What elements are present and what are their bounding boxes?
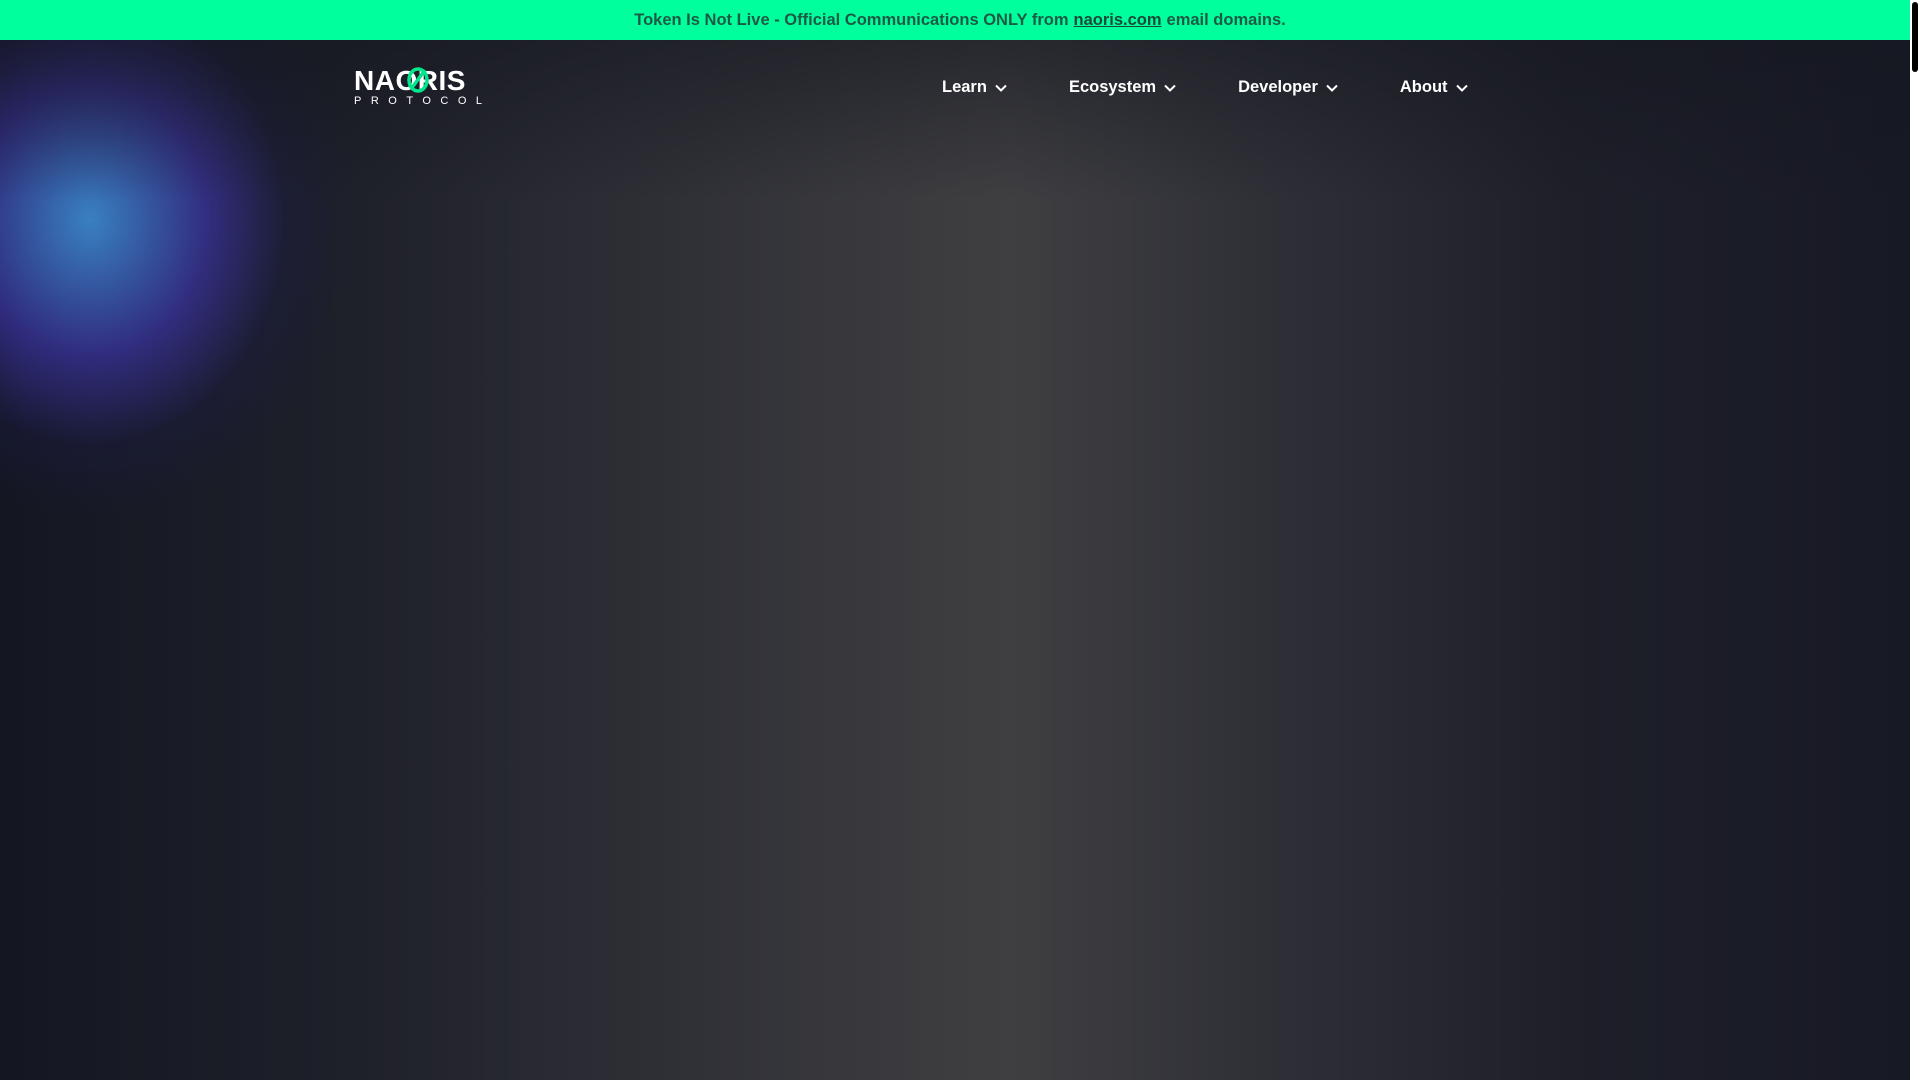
chevron-down-icon [995, 82, 1007, 94]
nav-item-label: Ecosystem [1068, 78, 1157, 96]
nav-item-ecosystem[interactable]: Ecosystem [1069, 78, 1176, 97]
chevron-down-icon [1164, 82, 1176, 94]
main-nav: Learn Ecosystem Developer About [942, 78, 1468, 97]
scrollbar-thumb[interactable] [1912, 2, 1918, 72]
nav-item-label: Developer [1238, 78, 1318, 96]
navbar: NAORIS PROTOCOL Learn Ecosystem Develope… [0, 40, 1910, 135]
announcement-text-prefix: Token Is Not Live - Official Communicati… [634, 10, 1069, 29]
announcement-text-suffix: email domains. [1166, 10, 1286, 29]
nav-item-label: About [1399, 78, 1448, 96]
naoris-protocol-logo[interactable]: NAORIS PROTOCOL [354, 64, 486, 107]
chevron-down-icon [1455, 82, 1468, 94]
nav-item-about[interactable]: About [1400, 78, 1468, 97]
chevron-down-icon [1326, 82, 1338, 94]
hero-background [0, 40, 1910, 1080]
nav-item-developer[interactable]: Developer [1238, 78, 1338, 97]
nav-item-learn[interactable]: Learn [942, 78, 1007, 97]
announcement-bar: Token Is Not Live - Official Communicati… [0, 0, 1920, 40]
nav-item-label: Learn [942, 78, 987, 96]
page: Token Is Not Live - Official Communicati… [0, 0, 1920, 1080]
announcement-link[interactable]: naoris.com [1074, 11, 1162, 30]
svg-text:PROTOCOL: PROTOCOL [354, 95, 486, 106]
scrollbar-track[interactable] [1910, 0, 1920, 1080]
